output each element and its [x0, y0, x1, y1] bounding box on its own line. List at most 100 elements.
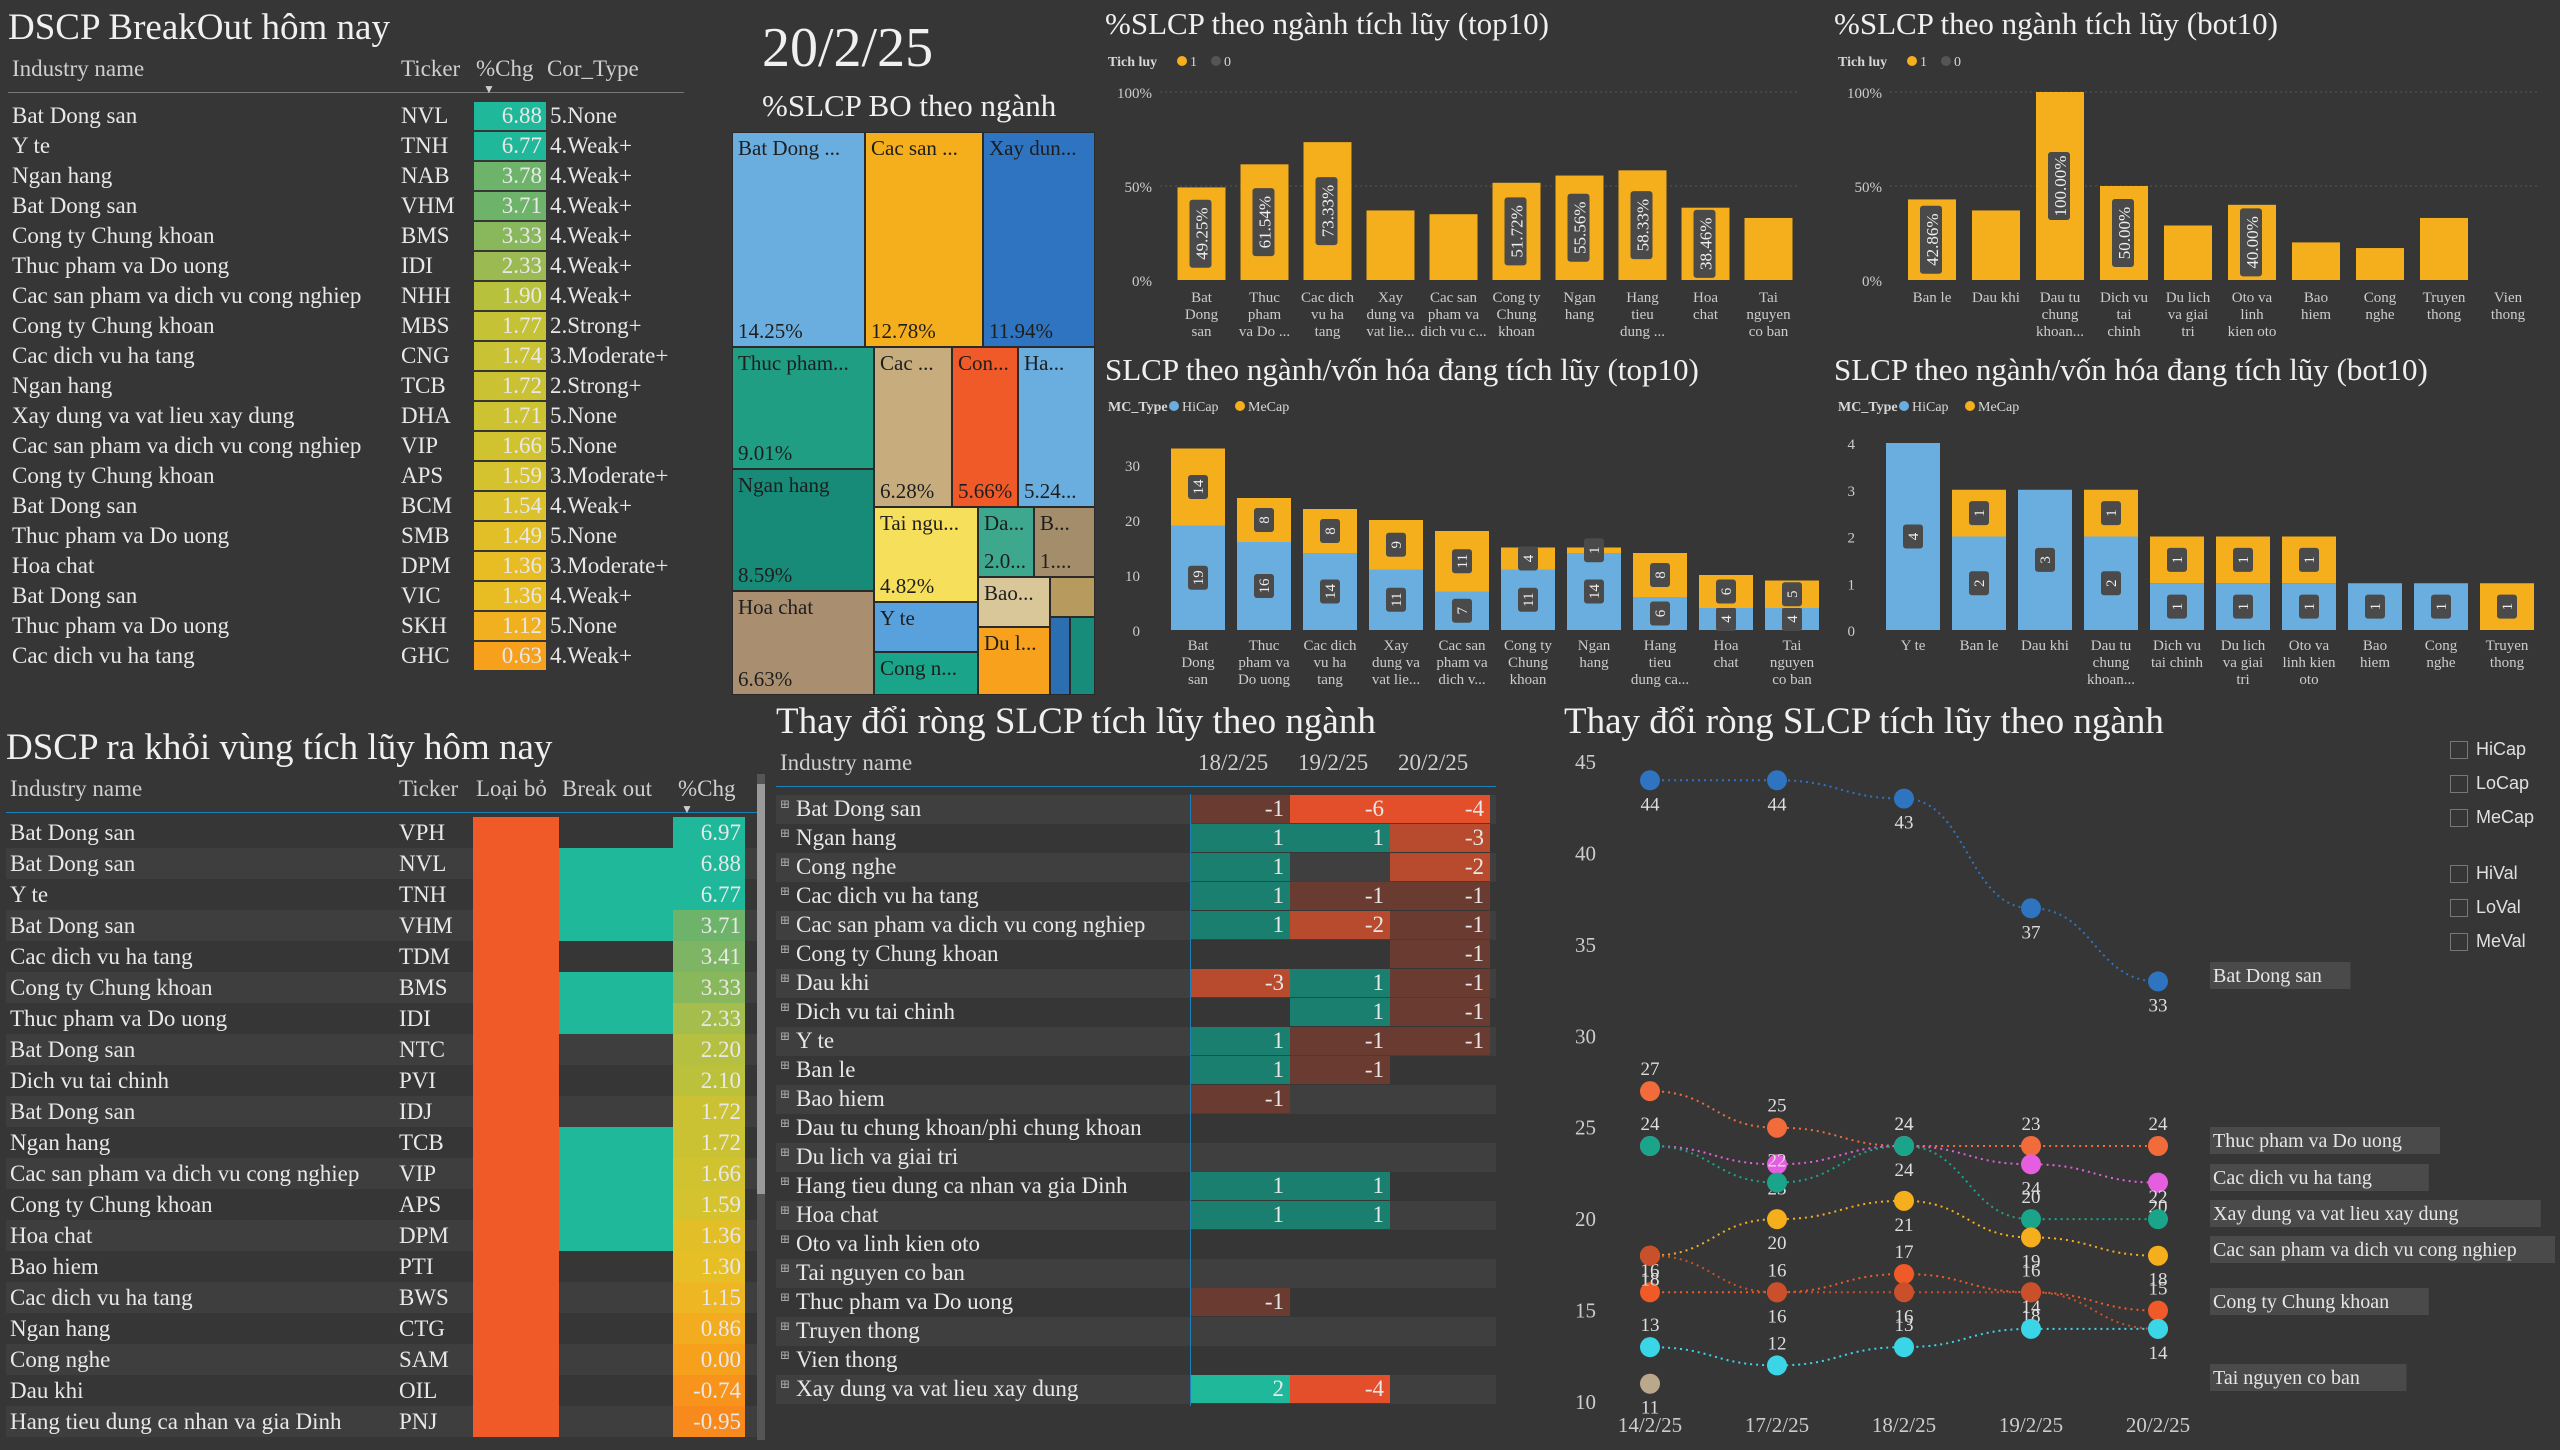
data-point[interactable] [1767, 1282, 1787, 1303]
bar[interactable] [2164, 225, 2212, 280]
data-point[interactable] [1767, 770, 1787, 791]
expand-icon[interactable]: ⊞ [780, 797, 790, 812]
data-point[interactable] [1640, 1136, 1660, 1156]
table-row[interactable]: ⊞ Cac san pham va dich vu cong nghiep 1 -2-… [776, 911, 1496, 940]
data-point[interactable] [2148, 1318, 2168, 1339]
table-row[interactable]: ⊞ Tai nguyen co ban [776, 1259, 1496, 1288]
table-row[interactable]: ⊞ Du lich va giai tri [776, 1143, 1496, 1172]
col-ticker[interactable]: Ticker [401, 56, 460, 82]
bar[interactable] [2420, 217, 2468, 280]
treemap-tile[interactable]: Hoa chat 6.63% [732, 591, 874, 695]
table-row[interactable]: Cong ty Chung khoan BMS 3.33 4.Weak+ [8, 221, 684, 251]
bar[interactable] [1744, 217, 1793, 280]
expand-icon[interactable]: ⊞ [780, 1348, 790, 1363]
data-point[interactable] [1767, 1355, 1787, 1376]
data-point[interactable] [1767, 1172, 1787, 1193]
expand-icon[interactable]: ⊞ [780, 1261, 790, 1276]
table-row[interactable]: Thuc pham va Do uong SMB 1.49 5.None [8, 521, 684, 551]
col-chg[interactable]: %Chg [678, 776, 736, 802]
table-row[interactable]: ⊞ Vien thong [776, 1346, 1496, 1375]
table-row[interactable]: ⊞ Truyen thong [776, 1317, 1496, 1346]
legend-item[interactable]: 1 [1190, 55, 1197, 70]
table-row[interactable]: ⊞ Cong ty Chung khoan -1 [776, 940, 1496, 969]
scrollbar-thumb[interactable] [757, 784, 765, 1194]
table-row[interactable]: Bat Dong san NTC 2.20 [6, 1034, 758, 1065]
col-date-1[interactable]: 18/2/25 [1198, 750, 1268, 776]
table-row[interactable]: ⊞ Hang tieu dung ca nhan va gia Dinh 1 1 [776, 1172, 1496, 1201]
expand-icon[interactable]: ⊞ [780, 1232, 790, 1247]
table-row[interactable]: Hoa chat DPM 1.36 3.Moderate+ [8, 551, 684, 581]
expand-icon[interactable]: ⊞ [780, 1319, 790, 1334]
legend-item-meval[interactable]: MeVal [2450, 924, 2534, 958]
table-row[interactable]: Bat Dong san VPH 6.97 [6, 817, 758, 848]
data-point[interactable] [2021, 1154, 2041, 1175]
table-row[interactable]: Bat Dong san VHM 3.71 [6, 910, 758, 941]
table-row[interactable]: Cong ty Chung khoan BMS 3.33 [6, 972, 758, 1003]
table-row[interactable]: Cong ty Chung khoan APS 1.59 3.Moderate+ [8, 461, 684, 491]
treemap-tile[interactable] [1050, 617, 1070, 695]
table-row[interactable]: Dich vu tai chinh PVI 2.10 [6, 1065, 758, 1096]
expand-icon[interactable]: ⊞ [780, 942, 790, 957]
table-row[interactable]: Y te TNH 6.77 4.Weak+ [8, 131, 684, 161]
treemap-tile[interactable]: Tai ngu... 4.82% [874, 507, 978, 602]
legend-item[interactable]: 1 [1920, 55, 1927, 70]
treemap-tile[interactable]: Cac san ... 12.78% [865, 132, 983, 347]
table-row[interactable]: Cac dich vu ha tang CNG 1.74 3.Moderate+ [8, 341, 684, 371]
col-industry-name[interactable]: Industry name [780, 750, 912, 776]
expand-icon[interactable]: ⊞ [780, 1058, 790, 1073]
data-point[interactable] [1894, 788, 1914, 809]
legend-item[interactable]: MeCap [1978, 400, 2019, 415]
table-row[interactable]: ⊞ Hoa chat 1 1 [776, 1201, 1496, 1230]
col-cor-type[interactable]: Cor_Type [547, 56, 639, 82]
table-row[interactable]: Bat Dong san IDJ 1.72 [6, 1096, 758, 1127]
legend-item-hicap[interactable]: HiCap [2450, 732, 2534, 766]
legend-item-locap[interactable]: LoCap [2450, 766, 2534, 800]
table-row[interactable]: Cac dich vu ha tang TDM 3.41 [6, 941, 758, 972]
data-point[interactable] [2148, 1136, 2168, 1156]
expand-icon[interactable]: ⊞ [780, 913, 790, 928]
expand-icon[interactable]: ⊞ [780, 1377, 790, 1392]
col-chg[interactable]: %Chg [476, 56, 534, 82]
table-row[interactable]: ⊞ Thuc pham va Do uong -1 [776, 1288, 1496, 1317]
table-row[interactable]: Dau khi OIL -0.74 [6, 1375, 758, 1406]
legend-item[interactable]: HiCap [1912, 400, 1949, 415]
data-point[interactable] [1640, 1081, 1660, 1102]
legend-item[interactable]: 0 [1224, 55, 1231, 70]
table-row[interactable]: Cac san pham va dich vu cong nghiep VIP 1.… [6, 1158, 758, 1189]
treemap-tile[interactable]: Ngan hang 8.59% [732, 469, 874, 591]
treemap-tile[interactable] [1050, 577, 1095, 617]
data-point[interactable] [1640, 1373, 1660, 1394]
table-row[interactable]: ⊞ Bat Dong san -1 -6 -4 [776, 795, 1496, 824]
table-row[interactable]: Bao hiem PTI 1.30 [6, 1251, 758, 1282]
data-point[interactable] [2021, 1136, 2041, 1156]
col-date-3[interactable]: 20/2/25 [1398, 750, 1468, 776]
expand-icon[interactable]: ⊞ [780, 826, 790, 841]
col-industry-name[interactable]: Industry name [10, 776, 142, 802]
bar[interactable] [2292, 242, 2340, 280]
table-row[interactable]: Cong ty Chung khoan APS 1.59 [6, 1189, 758, 1220]
data-point[interactable] [1894, 1337, 1914, 1358]
table-row[interactable]: Bat Dong san BCM 1.54 4.Weak+ [8, 491, 684, 521]
table-row[interactable]: ⊞ Ngan hang 1 1 -3 [776, 824, 1496, 853]
data-point[interactable] [2021, 898, 2041, 919]
data-point[interactable] [2021, 1209, 2041, 1230]
table-row[interactable]: ⊞ Dau khi -3 1 -1 [776, 969, 1496, 998]
expand-icon[interactable]: ⊞ [780, 1145, 790, 1160]
bar[interactable] [2356, 248, 2404, 280]
table-row[interactable]: Cong ty Chung khoan MBS 1.77 2.Strong+ [8, 311, 684, 341]
col-ticker[interactable]: Ticker [399, 776, 458, 802]
table-row[interactable]: Bat Dong san VHM 3.71 4.Weak+ [8, 191, 684, 221]
expand-icon[interactable]: ⊞ [780, 884, 790, 899]
table-row[interactable]: Cong nghe SAM 0.00 [6, 1344, 758, 1375]
data-point[interactable] [2148, 971, 2168, 992]
treemap-tile[interactable]: Thuc pham... 9.01% [732, 347, 874, 469]
table-row[interactable]: ⊞ Dau tu chung khoan/phi chung khoan [776, 1114, 1496, 1143]
treemap-tile[interactable]: Bao... [978, 577, 1050, 627]
data-point[interactable] [1640, 1245, 1660, 1266]
table-row[interactable]: Ngan hang NAB 3.78 4.Weak+ [8, 161, 684, 191]
table-row[interactable]: ⊞ Y te 1 -1 -1 [776, 1027, 1496, 1056]
table-row[interactable]: Hoa chat DPM 1.36 [6, 1220, 758, 1251]
data-point[interactable] [1640, 770, 1660, 791]
table-row[interactable]: ⊞ Cac dich vu ha tang 1 -1 -1 [776, 882, 1496, 911]
data-point[interactable] [2148, 1209, 2168, 1230]
